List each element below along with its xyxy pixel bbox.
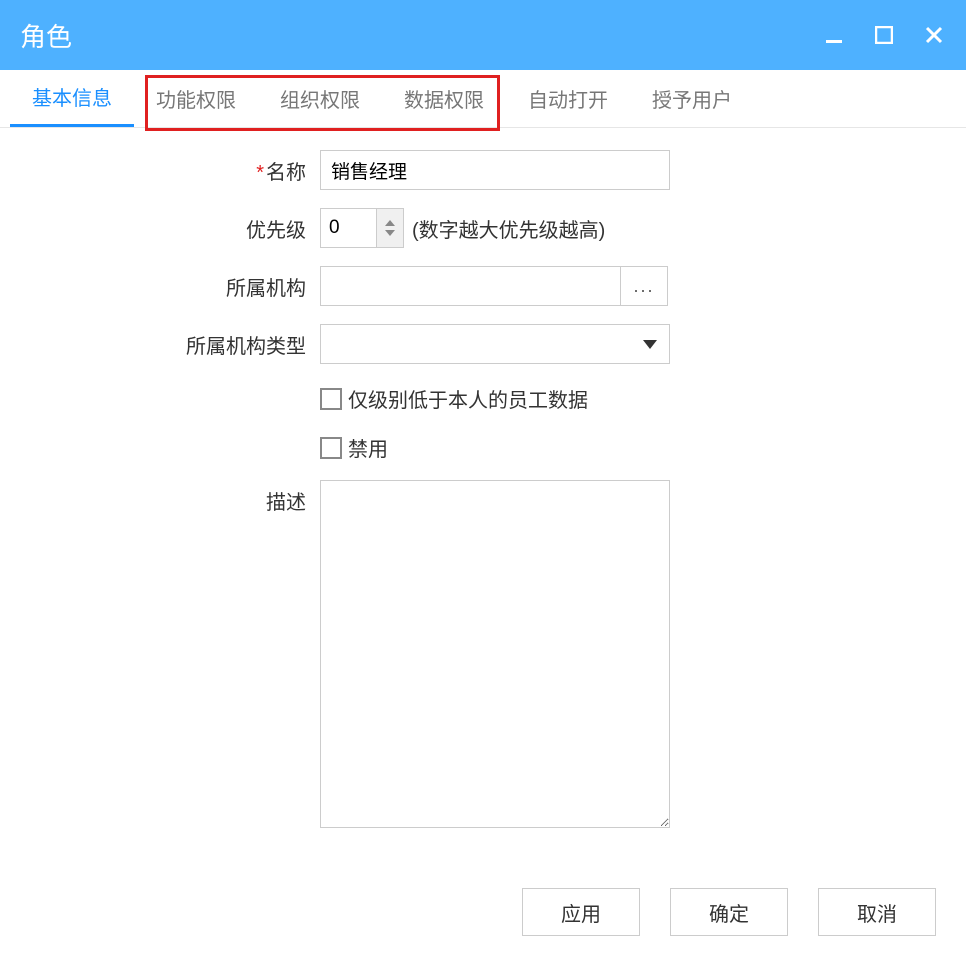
priority-input[interactable] (320, 208, 376, 248)
tab-bar: 基本信息 功能权限 组织权限 数据权限 自动打开 授予用户 (0, 70, 966, 128)
name-input[interactable] (320, 150, 670, 190)
maximize-icon (875, 26, 893, 44)
desc-label: 描述 (0, 480, 320, 515)
priority-hint: (数字越大优先级越高) (412, 214, 605, 243)
window-title: 角色 (20, 17, 72, 54)
tab-org-permission[interactable]: 组织权限 (258, 69, 382, 127)
tab-auto-open[interactable]: 自动打开 (506, 69, 630, 127)
org-type-select[interactable] (320, 324, 670, 364)
caret-down-icon (643, 340, 657, 349)
titlebar: 角色 (0, 0, 966, 70)
chevron-down-icon (385, 230, 395, 236)
disabled-label: 禁用 (348, 433, 388, 462)
close-button[interactable] (922, 23, 946, 47)
org-type-label: 所属机构类型 (0, 324, 320, 359)
tab-grant-user[interactable]: 授予用户 (630, 69, 754, 127)
chevron-up-icon (385, 220, 395, 226)
org-input[interactable] (320, 266, 620, 306)
apply-button[interactable]: 应用 (522, 888, 640, 936)
maximize-button[interactable] (872, 23, 896, 47)
subordinate-only-checkbox[interactable] (320, 388, 342, 410)
tab-basic-info[interactable]: 基本信息 (10, 69, 134, 127)
desc-textarea[interactable] (320, 480, 670, 828)
tab-data-permission[interactable]: 数据权限 (382, 69, 506, 127)
priority-stepper[interactable] (376, 208, 404, 248)
org-browse-button[interactable]: ... (620, 266, 668, 306)
disabled-checkbox[interactable] (320, 437, 342, 459)
org-label: 所属机构 (0, 266, 320, 301)
subordinate-only-label: 仅级别低于本人的员工数据 (348, 384, 588, 413)
minimize-button[interactable] (822, 23, 846, 47)
priority-label: 优先级 (0, 208, 320, 243)
ok-button[interactable]: 确定 (670, 888, 788, 936)
cancel-button[interactable]: 取消 (818, 888, 936, 936)
name-label: *名称 (0, 150, 320, 185)
tab-function-permission[interactable]: 功能权限 (134, 69, 258, 127)
ellipsis-icon: ... (633, 276, 654, 297)
minimize-icon (825, 26, 843, 44)
form-area: *名称 优先级 (数字越大优先级越高) 所属机构 (0, 128, 966, 870)
close-icon (924, 25, 944, 45)
role-dialog: 角色 基本信息 功能权限 组织权限 数据权限 自动打开 授予用户 *名称 优先级 (0, 0, 966, 966)
button-bar: 应用 确定 取消 (0, 870, 966, 966)
